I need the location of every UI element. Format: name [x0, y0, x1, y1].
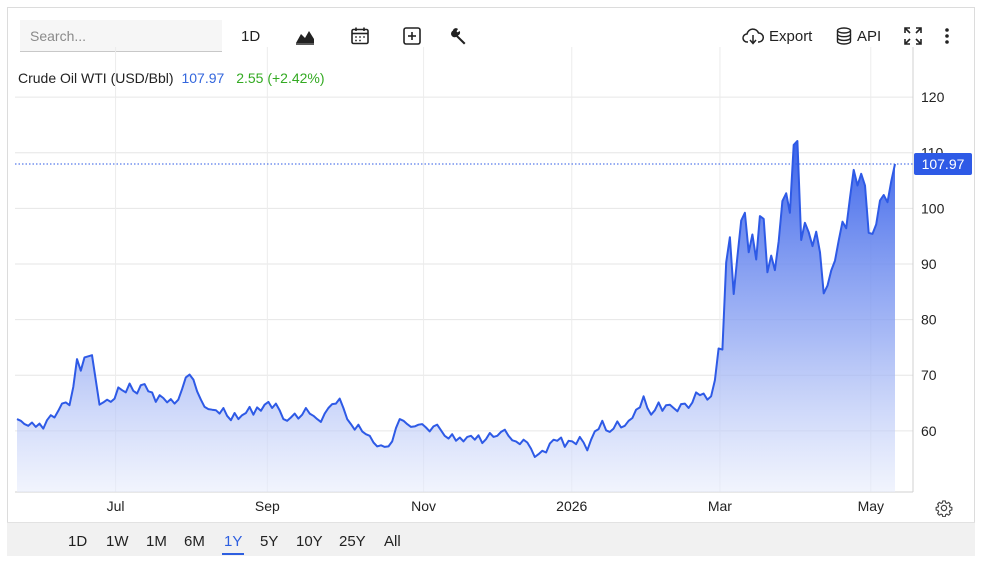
x-tick-label: Jul: [107, 498, 125, 514]
range-button-1y[interactable]: 1Y: [222, 533, 245, 555]
range-button-all[interactable]: All: [382, 533, 403, 553]
range-selector: 1D 1W 1M 6M 1Y 5Y 10Y 25Y All: [7, 522, 975, 556]
y-tick-label: 60: [921, 423, 937, 439]
x-tick-label: Sep: [255, 498, 280, 514]
range-button-1w[interactable]: 1W: [104, 533, 131, 553]
last-price-tag-label: 107.97: [922, 156, 965, 172]
range-button-10y[interactable]: 10Y: [294, 533, 325, 553]
chart-legend: Crude Oil WTI (USD/Bbl) 107.97 2.55 (+2.…: [18, 70, 325, 86]
x-tick-label: 2026: [556, 498, 587, 514]
y-tick-label: 70: [921, 367, 937, 383]
range-button-1m[interactable]: 1M: [144, 533, 169, 553]
y-tick-label: 80: [921, 312, 937, 328]
range-button-6m[interactable]: 6M: [182, 533, 207, 553]
y-tick-label: 90: [921, 256, 937, 272]
y-tick-label: 120: [921, 89, 945, 105]
legend-change: 2.55 (+2.42%): [236, 70, 325, 86]
legend-price: 107.97: [181, 70, 225, 86]
range-button-5y[interactable]: 5Y: [258, 533, 280, 553]
range-button-1d[interactable]: 1D: [66, 533, 89, 553]
range-button-25y[interactable]: 25Y: [337, 533, 368, 553]
x-tick-label: Mar: [708, 498, 732, 514]
y-tick-label: 100: [921, 200, 945, 216]
x-tick-label: May: [858, 498, 884, 514]
x-tick-label: Nov: [411, 498, 436, 514]
legend-symbol-name: Crude Oil WTI (USD/Bbl): [18, 70, 174, 86]
settings-gear-icon[interactable]: [935, 499, 953, 517]
